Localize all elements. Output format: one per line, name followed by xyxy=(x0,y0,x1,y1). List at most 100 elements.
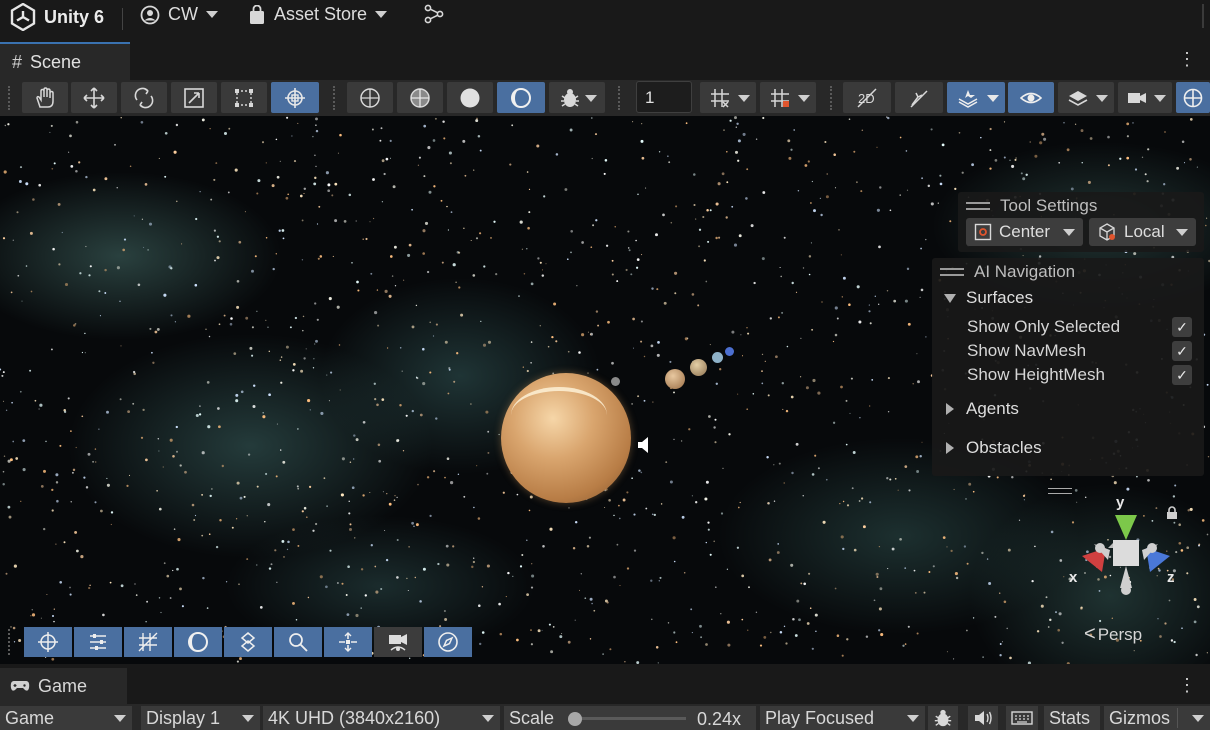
scale-slider-thumb[interactable] xyxy=(568,712,582,726)
drag-handle[interactable] xyxy=(8,86,12,110)
drag-handle[interactable] xyxy=(618,86,622,110)
scale-slider-track[interactable] xyxy=(574,717,686,720)
chevron-down-icon xyxy=(242,715,254,722)
agents-foldout[interactable]: Agents xyxy=(946,399,1019,419)
planet-neptune[interactable] xyxy=(725,347,734,356)
grid-snap-dropdown[interactable] xyxy=(760,82,816,113)
view-mode-dropdown[interactable]: Game xyxy=(0,706,132,730)
grid-visibility-dropdown[interactable] xyxy=(700,82,756,113)
grid-size-input[interactable]: 1 xyxy=(636,81,692,113)
frame-debugger-button[interactable] xyxy=(928,706,958,730)
account-dropdown[interactable]: CW xyxy=(140,4,218,25)
account-icon xyxy=(140,5,160,24)
shading-shaded-wire-button[interactable] xyxy=(397,82,443,113)
more-options-icon[interactable]: ⋮ xyxy=(1178,676,1196,694)
scene-viewport[interactable]: Tool Settings Center Local AI Navigation… xyxy=(0,116,1210,664)
play-mode-dropdown[interactable]: Play Focused xyxy=(760,706,925,730)
overlay-search-button[interactable] xyxy=(274,627,322,657)
effects-dropdown[interactable] xyxy=(947,82,1005,113)
mute-audio-button[interactable] xyxy=(968,706,998,730)
keyboard-shortcuts-button[interactable] xyxy=(1006,706,1038,730)
display-dropdown[interactable]: Display 1 xyxy=(141,706,260,730)
pivot-rotation-dropdown[interactable]: Local xyxy=(1089,218,1196,246)
audio-source-icon[interactable] xyxy=(636,436,652,454)
chevron-down-icon xyxy=(907,715,919,722)
scene-tab-row: # Scene ⋮ xyxy=(0,40,1210,80)
drag-handle[interactable] xyxy=(333,86,337,110)
shading-shaded-button[interactable] xyxy=(447,82,493,113)
move-arrows-icon xyxy=(83,86,105,109)
asset-store-dropdown[interactable]: Asset Store xyxy=(248,4,388,25)
transform-tool-button[interactable] xyxy=(271,82,319,113)
unity-version-menu[interactable]: Unity 6 xyxy=(10,3,104,31)
obstacles-foldout[interactable]: Obstacles xyxy=(946,438,1042,458)
move-tool-button[interactable] xyxy=(71,82,117,113)
2d-view-icon: 2D xyxy=(857,87,877,108)
overlay-move-button[interactable] xyxy=(24,627,72,657)
overlay-layers-button[interactable] xyxy=(224,627,272,657)
overlay-lighting-button[interactable] xyxy=(174,627,222,657)
chevron-down-icon xyxy=(585,95,597,102)
grid-snap-icon xyxy=(771,88,789,107)
tab-game[interactable]: Game xyxy=(0,668,127,704)
show-navmesh-checkbox[interactable]: ✓ xyxy=(1172,341,1192,361)
tab-game-label: Game xyxy=(38,675,88,696)
toggle-lighting-button[interactable] xyxy=(895,82,943,113)
show-heightmesh-checkbox[interactable]: ✓ xyxy=(1172,365,1192,385)
game-tab-row: Game ⋮ xyxy=(0,664,1210,704)
rect-tool-button[interactable] xyxy=(221,82,267,113)
gizmo-sphere-icon xyxy=(1183,88,1203,107)
divider xyxy=(122,8,123,30)
overlay-grid-button[interactable] xyxy=(124,627,172,657)
lit-sphere-icon xyxy=(188,632,208,652)
projection-label: Persp xyxy=(1097,624,1143,644)
overlay-compass-button[interactable] xyxy=(424,627,472,657)
gizmos-dropdown[interactable]: Gizmos xyxy=(1104,706,1210,730)
planet-uranus[interactable] xyxy=(712,352,723,363)
surfaces-foldout[interactable]: Surfaces xyxy=(944,288,1033,308)
tool-settings-header[interactable]: Tool Settings xyxy=(966,196,1097,216)
show-only-selected-checkbox[interactable]: ✓ xyxy=(1172,317,1192,337)
hand-tool-button[interactable] xyxy=(22,82,68,113)
shopping-bag-icon xyxy=(250,4,264,24)
divider xyxy=(1177,708,1178,728)
asset-store-label: Asset Store xyxy=(274,4,368,24)
chevron-down-icon xyxy=(798,95,810,102)
tab-scene[interactable]: # Scene xyxy=(0,42,130,80)
drag-handle[interactable] xyxy=(8,629,12,655)
planet-jupiter[interactable] xyxy=(665,369,685,389)
ai-navigation-title: AI Navigation xyxy=(974,262,1076,281)
planet-mercury[interactable] xyxy=(611,377,620,386)
toggle-2d-button[interactable]: 2D xyxy=(843,82,891,113)
chevron-down-icon xyxy=(987,95,999,102)
pivot-center-icon xyxy=(974,223,992,241)
shading-lit-button[interactable] xyxy=(497,82,545,113)
camera-settings-dropdown[interactable] xyxy=(1118,82,1172,113)
scene-visibility-button[interactable] xyxy=(1008,82,1054,113)
ai-navigation-header[interactable]: AI Navigation xyxy=(940,262,1075,282)
sun-sphere[interactable] xyxy=(501,373,631,503)
debug-draw-dropdown[interactable] xyxy=(549,82,605,113)
overlay-settings-button[interactable] xyxy=(74,627,122,657)
game-view-toolbar: Game Display 1 4K UHD (3840x2160) Scale … xyxy=(0,704,1210,730)
drag-handle[interactable] xyxy=(830,86,834,110)
layers-dropdown[interactable] xyxy=(1058,82,1114,113)
version-control-icon[interactable] xyxy=(424,4,444,24)
more-options-icon[interactable]: ⋮ xyxy=(1178,50,1196,68)
overlay-camera-button[interactable] xyxy=(374,627,422,657)
overlay-snap-button[interactable] xyxy=(324,627,372,657)
projection-toggle[interactable]: < Persp xyxy=(1084,623,1142,646)
gamepad-icon xyxy=(10,681,30,691)
stats-button[interactable]: Stats xyxy=(1044,706,1100,730)
rotate-icon xyxy=(134,87,154,108)
resolution-dropdown[interactable]: 4K UHD (3840x2160) xyxy=(263,706,500,730)
rotate-tool-button[interactable] xyxy=(121,82,167,113)
chevron-down-icon xyxy=(1063,229,1075,236)
scale-tool-button[interactable] xyxy=(171,82,217,113)
pivot-mode-dropdown[interactable]: Center xyxy=(966,218,1083,246)
gizmos-toggle-button[interactable] xyxy=(1176,82,1210,113)
crosshair-move-icon xyxy=(38,632,58,652)
shading-wireframe-button[interactable] xyxy=(347,82,393,113)
divider xyxy=(1196,4,1204,28)
planet-saturn[interactable] xyxy=(690,359,707,376)
